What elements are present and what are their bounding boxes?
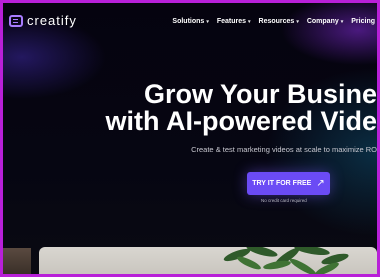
brand-name: creatify (27, 13, 77, 28)
nav-item-label: Pricing (351, 18, 375, 25)
nav-item-company[interactable]: Company ▾ (307, 18, 343, 25)
brand-logo[interactable]: creatify (9, 13, 77, 28)
try-it-free-button[interactable]: TRY IT FOR FREE ↗ (247, 172, 330, 195)
hero-title-line-2: with AI-powered Vide (105, 106, 377, 136)
browser-viewport: creatify Solutions ▾ Features ▾ Resource… (3, 3, 377, 274)
arrow-up-right-icon: ↗ (316, 178, 325, 189)
nav-item-features[interactable]: Features ▾ (217, 18, 251, 25)
hero-title-line-1: Grow Your Busine (143, 79, 377, 109)
chevron-down-icon: ▾ (248, 18, 251, 25)
nav-item-label: Solutions (172, 18, 205, 25)
nav-menu: Solutions ▾ Features ▾ Resources ▾ Compa… (172, 18, 375, 25)
cta-label: TRY IT FOR FREE (252, 180, 312, 187)
nav-item-pricing[interactable]: Pricing (351, 18, 375, 25)
chevron-down-icon: ▾ (340, 18, 344, 25)
no-credit-card-note: No credit card required (261, 198, 307, 203)
nav-item-label: Company (306, 18, 339, 25)
hero-video-preview[interactable] (39, 247, 377, 274)
nav-item-label: Resources (258, 18, 295, 25)
nav-item-resources[interactable]: Resources ▾ (259, 18, 299, 25)
nav-item-solutions[interactable]: Solutions ▾ (172, 18, 208, 25)
hero-title: Grow Your Busine with AI-powered Vide (105, 81, 377, 135)
plant-image (223, 247, 349, 274)
chevron-down-icon: ▾ (296, 18, 299, 25)
hero-subtitle: Create & test marketing videos at scale … (191, 145, 377, 154)
top-navigation: creatify Solutions ▾ Features ▾ Resource… (3, 3, 377, 43)
creatify-logo-icon (9, 14, 23, 27)
preview-image-left (3, 248, 31, 274)
chevron-down-icon: ▾ (206, 18, 209, 25)
nav-item-label: Features (216, 18, 247, 25)
